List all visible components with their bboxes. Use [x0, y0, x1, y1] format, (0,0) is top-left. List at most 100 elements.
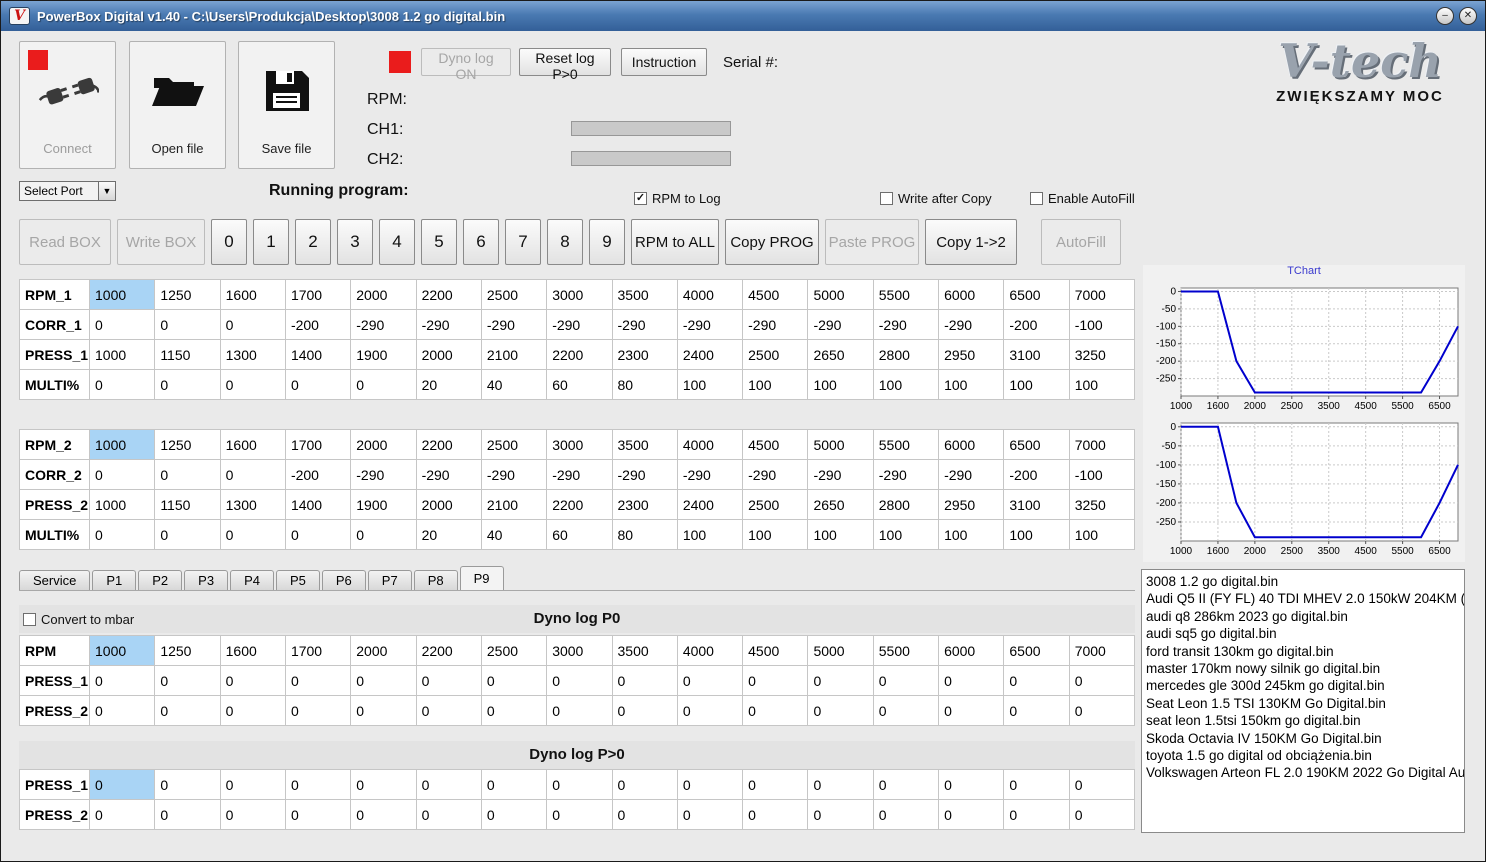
grid-cell[interactable]: 2200 [415, 429, 482, 460]
grid-cell[interactable]: 1000 [88, 489, 156, 520]
grid-cell[interactable]: 0 [1003, 769, 1070, 800]
digit-button-5[interactable]: 5 [421, 219, 457, 265]
grid-cell[interactable]: 0 [742, 769, 809, 800]
grid-cell[interactable]: 0 [807, 695, 874, 726]
grid-cell[interactable]: -290 [480, 309, 548, 340]
grid-cell[interactable]: 60 [546, 369, 613, 400]
grid-cell[interactable]: 2000 [350, 429, 417, 460]
tab-p9[interactable]: P9 [459, 566, 504, 590]
grid-cell[interactable]: 2800 [872, 339, 940, 370]
grid-cell[interactable]: 0 [480, 695, 548, 726]
grid-cell[interactable]: -290 [742, 459, 809, 490]
grid-cell[interactable]: 2500 [742, 489, 809, 520]
grid-cell[interactable]: 3000 [546, 635, 613, 666]
file-list-item[interactable]: master 170km nowy silnik go digital.bin [1146, 660, 1460, 677]
grid-cell[interactable]: 100 [807, 519, 874, 550]
grid-cell[interactable]: 0 [611, 665, 678, 696]
grid-cell[interactable]: 2200 [415, 635, 482, 666]
digit-button-9[interactable]: 9 [589, 219, 625, 265]
grid-cell[interactable]: 2100 [480, 489, 548, 520]
grid-cell[interactable]: 1000 [88, 339, 156, 370]
grid-cell[interactable]: 5500 [872, 429, 940, 460]
grid-cell[interactable]: -200 [284, 309, 352, 340]
tab-p4[interactable]: P4 [230, 570, 274, 590]
grid-cell[interactable]: 3100 [1003, 489, 1070, 520]
grid-cell[interactable]: 0 [938, 695, 1005, 726]
file-list-item[interactable]: Seat Leon 1.5 TSI 130KM Go Digital.bin [1146, 695, 1460, 712]
grid-cell[interactable]: 0 [88, 369, 156, 400]
grid-cell[interactable]: -290 [350, 309, 417, 340]
grid-cell[interactable]: 1000 [88, 635, 156, 666]
close-button[interactable]: ✕ [1459, 7, 1477, 25]
grid-cell[interactable]: 3000 [546, 429, 613, 460]
convert-to-mbar-checkbox[interactable]: Convert to mbar [23, 612, 134, 627]
grid-cell[interactable]: 3500 [611, 279, 678, 310]
grid-cell[interactable]: -290 [938, 459, 1005, 490]
file-list-item[interactable]: mercedes gle 300d 245km go digital.bin [1146, 677, 1460, 694]
grid-cell[interactable]: 20 [415, 519, 482, 550]
grid-cell[interactable]: 100 [938, 519, 1005, 550]
grid-cell[interactable]: 100 [872, 369, 940, 400]
file-list-item[interactable]: Volkswagen Arteon FL 2.0 190KM 2022 Go D… [1146, 764, 1464, 781]
digit-button-6[interactable]: 6 [463, 219, 499, 265]
grid-cell[interactable]: -290 [415, 459, 482, 490]
grid-cell[interactable]: 2000 [415, 339, 482, 370]
grid-cell[interactable]: 0 [872, 769, 940, 800]
grid-cell[interactable]: 5000 [807, 635, 874, 666]
grid-cell[interactable]: -200 [1003, 459, 1070, 490]
digit-button-3[interactable]: 3 [337, 219, 373, 265]
grid-cell[interactable]: 1600 [219, 429, 286, 460]
grid-cell[interactable]: 0 [480, 799, 548, 830]
grid-cell[interactable]: 0 [154, 369, 221, 400]
grid-cell[interactable]: 4000 [676, 635, 744, 666]
grid-cell[interactable]: 0 [219, 459, 286, 490]
grid-cell[interactable]: 2300 [611, 339, 678, 370]
grid-cell[interactable]: 0 [938, 799, 1005, 830]
grid-cell[interactable]: 0 [284, 799, 352, 830]
grid-cell[interactable]: 0 [676, 665, 744, 696]
grid-cell[interactable]: 4500 [742, 429, 809, 460]
grid-cell[interactable]: 0 [154, 799, 221, 830]
grid-cell[interactable]: 2650 [807, 339, 874, 370]
grid-cell[interactable]: 1000 [88, 429, 156, 460]
grid-cell[interactable]: 1250 [154, 279, 221, 310]
open-file-button[interactable]: Open file [129, 41, 226, 169]
grid-cell[interactable]: 0 [676, 769, 744, 800]
file-list-item[interactable]: audi q8 286km 2023 go digital.bin [1146, 608, 1460, 625]
grid-cell[interactable]: 40 [480, 369, 548, 400]
tab-p1[interactable]: P1 [92, 570, 137, 590]
grid-cell[interactable]: 4500 [742, 635, 809, 666]
grid-cell[interactable]: 7000 [1068, 635, 1136, 666]
grid-cell[interactable]: 100 [1003, 519, 1070, 550]
grid-cell[interactable]: 4000 [676, 429, 744, 460]
grid-cell[interactable]: 3250 [1068, 489, 1136, 520]
grid-cell[interactable]: -290 [872, 459, 940, 490]
grid-cell[interactable]: 2200 [546, 339, 613, 370]
grid-cell[interactable]: 40 [480, 519, 548, 550]
file-list-item[interactable]: 3008 1.2 go digital.bin [1146, 573, 1460, 590]
grid-cell[interactable]: 0 [742, 665, 809, 696]
grid-cell[interactable]: 6500 [1003, 429, 1070, 460]
file-list-item[interactable]: Audi Q5 II (FY FL) 40 TDI MHEV 2.0 150kW… [1146, 590, 1464, 607]
grid-cell[interactable]: 100 [807, 369, 874, 400]
grid-cell[interactable]: 3500 [611, 635, 678, 666]
grid-cell[interactable]: 0 [807, 769, 874, 800]
grid-cell[interactable]: 2950 [938, 339, 1005, 370]
grid-cell[interactable]: 0 [350, 769, 417, 800]
digit-button-2[interactable]: 2 [295, 219, 331, 265]
grid-cell[interactable]: 0 [872, 695, 940, 726]
select-port-dropdown[interactable]: Select Port ▼ [19, 181, 116, 201]
grid-cell[interactable]: 2500 [742, 339, 809, 370]
grid-cell[interactable]: 7000 [1068, 279, 1136, 310]
grid-cell[interactable]: -290 [807, 459, 874, 490]
grid-cell[interactable]: 2400 [676, 489, 744, 520]
tab-p7[interactable]: P7 [367, 570, 412, 590]
grid-cell[interactable]: 5500 [872, 279, 940, 310]
grid-cell[interactable]: 80 [611, 369, 678, 400]
grid-cell[interactable]: 0 [807, 665, 874, 696]
grid-cell[interactable]: 0 [546, 799, 613, 830]
grid-cell[interactable]: 0 [284, 695, 352, 726]
grid-cell[interactable]: 0 [742, 799, 809, 830]
grid-cell[interactable]: 0 [350, 519, 417, 550]
tab-p6[interactable]: P6 [321, 570, 366, 590]
